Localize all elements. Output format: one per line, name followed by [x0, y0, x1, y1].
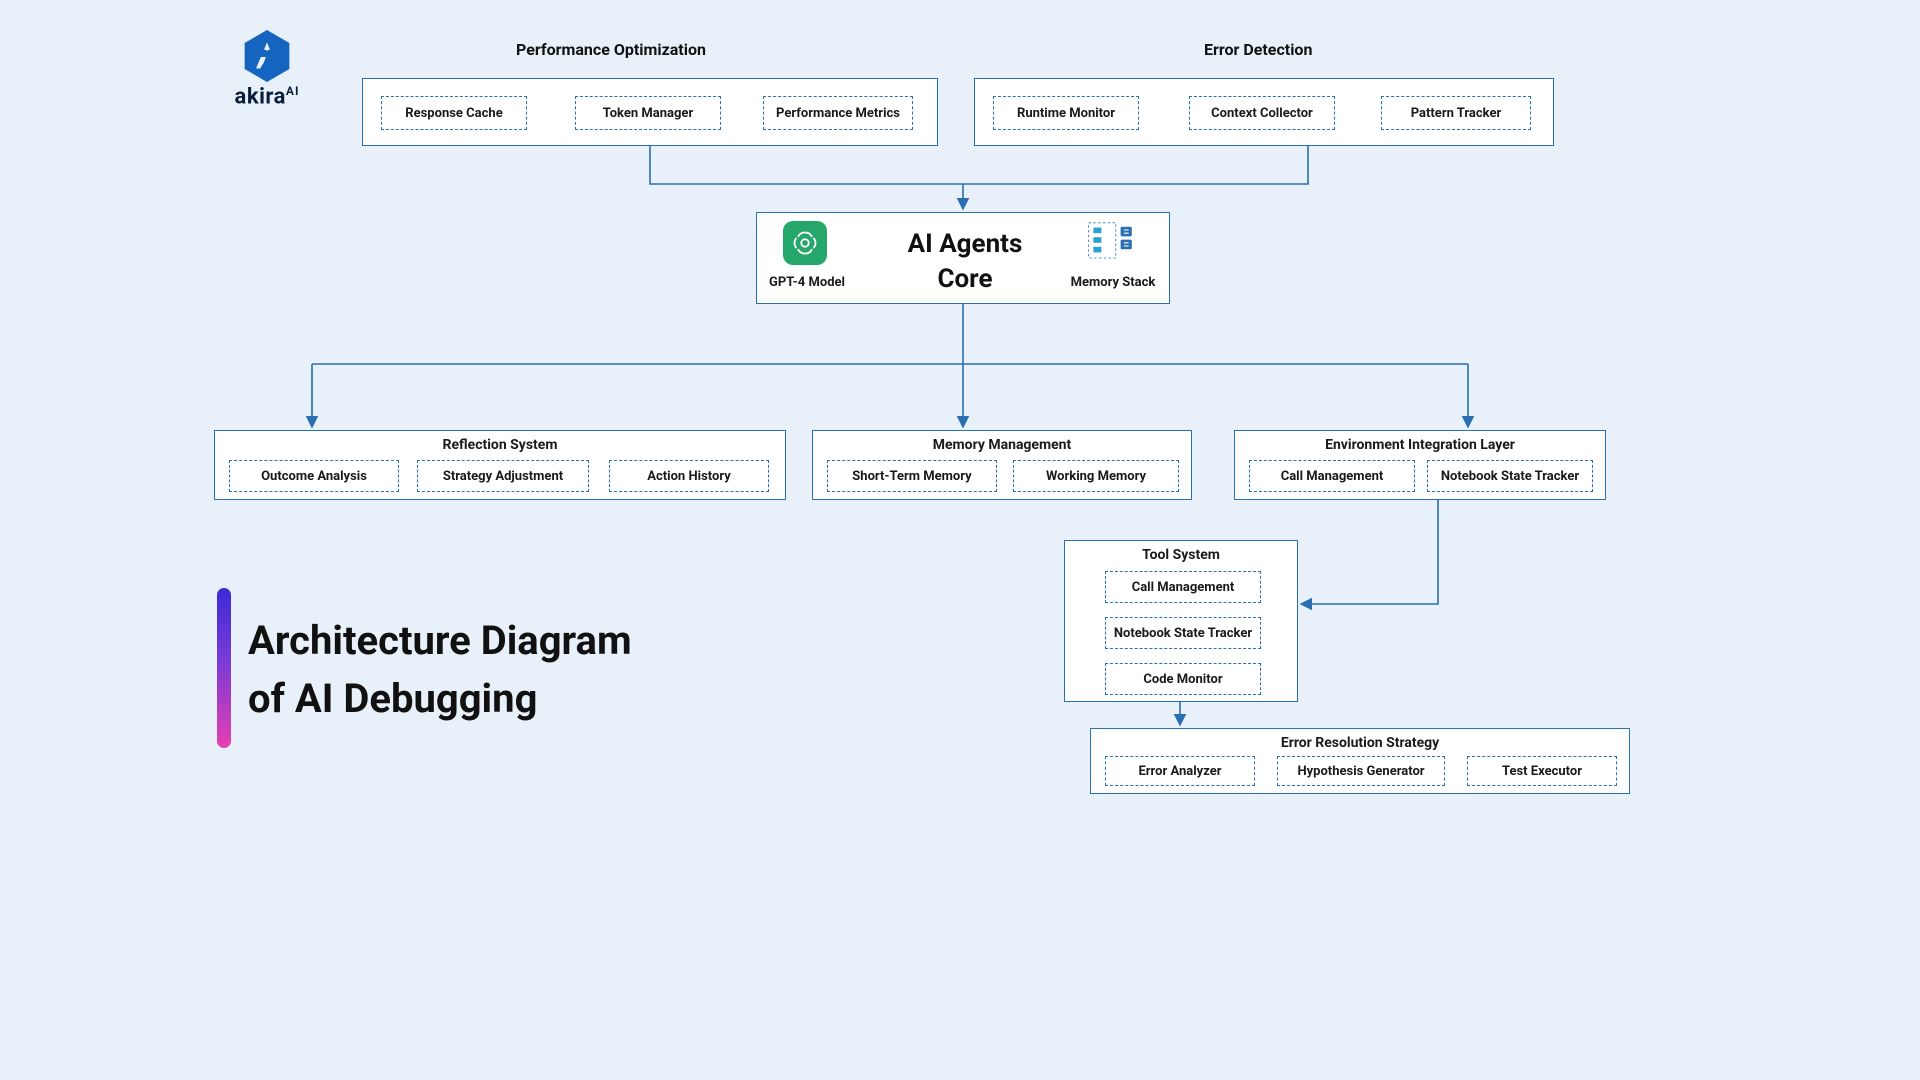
tool-system-box: Tool System Call Management Notebook Sta… — [1064, 540, 1298, 702]
memory-mgmt-title: Memory Management — [813, 431, 1191, 453]
error-detection-box: Runtime Monitor Context Collector Patter… — [974, 78, 1554, 146]
pattern-tracker-box: Pattern Tracker — [1381, 96, 1531, 130]
brand-logo-text: akiraAI — [212, 84, 322, 109]
diagram-canvas: akiraAI Performance Optimization Respons… — [192, 0, 1728, 865]
perf-opt-box: Response Cache Token Manager Performance… — [362, 78, 938, 146]
runtime-monitor-box: Runtime Monitor — [993, 96, 1139, 130]
strategy-adjustment-box: Strategy Adjustment — [417, 460, 589, 492]
working-memory-box: Working Memory — [1013, 460, 1179, 492]
gpt-icon — [783, 221, 827, 265]
tool-call-management-box: Call Management — [1105, 571, 1261, 603]
tool-system-title: Tool System — [1065, 541, 1297, 563]
gpt4-label: GPT-4 Model — [761, 275, 853, 290]
reflection-title: Reflection System — [215, 431, 785, 453]
outcome-analysis-box: Outcome Analysis — [229, 460, 399, 492]
notebook-state-tracker-box: Notebook State Tracker — [1427, 460, 1593, 492]
page-title-line2: of AI Debugging — [248, 675, 537, 722]
performance-metrics-box: Performance Metrics — [763, 96, 913, 130]
page-title: Architecture Diagram of AI Debugging — [248, 612, 632, 728]
token-manager-box: Token Manager — [575, 96, 721, 130]
brand-logo: akiraAI — [212, 30, 322, 109]
error-resolution-title: Error Resolution Strategy — [1091, 729, 1629, 751]
memory-stack-icon — [1087, 219, 1135, 267]
action-history-box: Action History — [609, 460, 769, 492]
test-executor-box: Test Executor — [1467, 756, 1617, 786]
ai-agents-core-box: GPT-4 Model AI Agents Core Memory Stack — [756, 212, 1170, 304]
response-cache-box: Response Cache — [381, 96, 527, 130]
context-collector-box: Context Collector — [1189, 96, 1335, 130]
short-term-memory-box: Short-Term Memory — [827, 460, 997, 492]
code-monitor-box: Code Monitor — [1105, 663, 1261, 695]
error-resolution-box: Error Resolution Strategy Error Analyzer… — [1090, 728, 1630, 794]
openai-knot-icon — [790, 228, 820, 258]
memory-stack-label: Memory Stack — [1063, 275, 1163, 290]
memory-management-box: Memory Management Short-Term Memory Work… — [812, 430, 1192, 500]
core-title: AI Agents Core — [885, 227, 1045, 297]
perf-opt-title: Performance Optimization — [516, 40, 706, 59]
error-analyzer-box: Error Analyzer — [1105, 756, 1255, 786]
reflection-system-box: Reflection System Outcome Analysis Strat… — [214, 430, 786, 500]
brand-suffix: AI — [286, 84, 300, 98]
tool-notebook-state-tracker-box: Notebook State Tracker — [1105, 617, 1261, 649]
brand-logo-icon — [241, 30, 293, 82]
env-integration-box: Environment Integration Layer Call Manag… — [1234, 430, 1606, 500]
title-accent-bar — [217, 588, 231, 748]
brand-name: akira — [235, 84, 286, 109]
error-detection-title: Error Detection — [1204, 40, 1312, 59]
call-management-box: Call Management — [1249, 460, 1415, 492]
hypothesis-generator-box: Hypothesis Generator — [1277, 756, 1445, 786]
env-title: Environment Integration Layer — [1235, 431, 1605, 453]
page-title-line1: Architecture Diagram — [248, 617, 632, 664]
